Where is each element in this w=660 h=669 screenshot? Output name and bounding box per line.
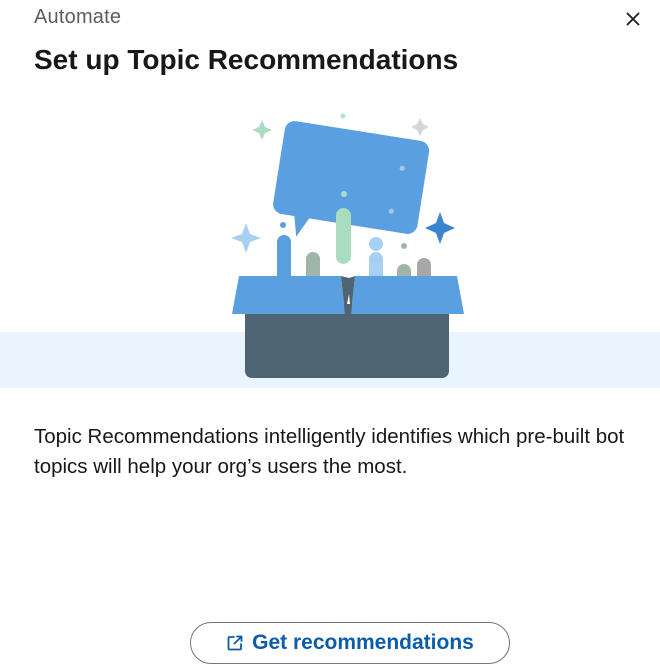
box-with-speech-bubble-illustration [231, 113, 464, 378]
external-link-icon [226, 634, 244, 652]
box-flap-left [232, 276, 345, 314]
sparkle-green-icon [252, 120, 272, 140]
description-text: Topic Recommendations intelligently iden… [34, 425, 625, 478]
panel-eyebrow: Automate [34, 6, 122, 28]
box-flap-right [351, 276, 464, 314]
close-button[interactable] [620, 6, 646, 32]
sparkle-left-icon [231, 223, 261, 253]
box-body [245, 304, 449, 378]
page-title: Set up Topic Recommendations [34, 44, 459, 75]
close-icon [626, 12, 640, 26]
topic-recommendations-panel: Automate Set up Topic Recommendations To… [0, 0, 660, 669]
sparkle-right-icon [425, 212, 455, 244]
hero-illustration [0, 108, 660, 390]
get-recommendations-label: Get recommendations [252, 631, 474, 654]
get-recommendations-button[interactable]: Get recommendations [190, 622, 510, 664]
sparkle-gray-icon [411, 118, 429, 136]
